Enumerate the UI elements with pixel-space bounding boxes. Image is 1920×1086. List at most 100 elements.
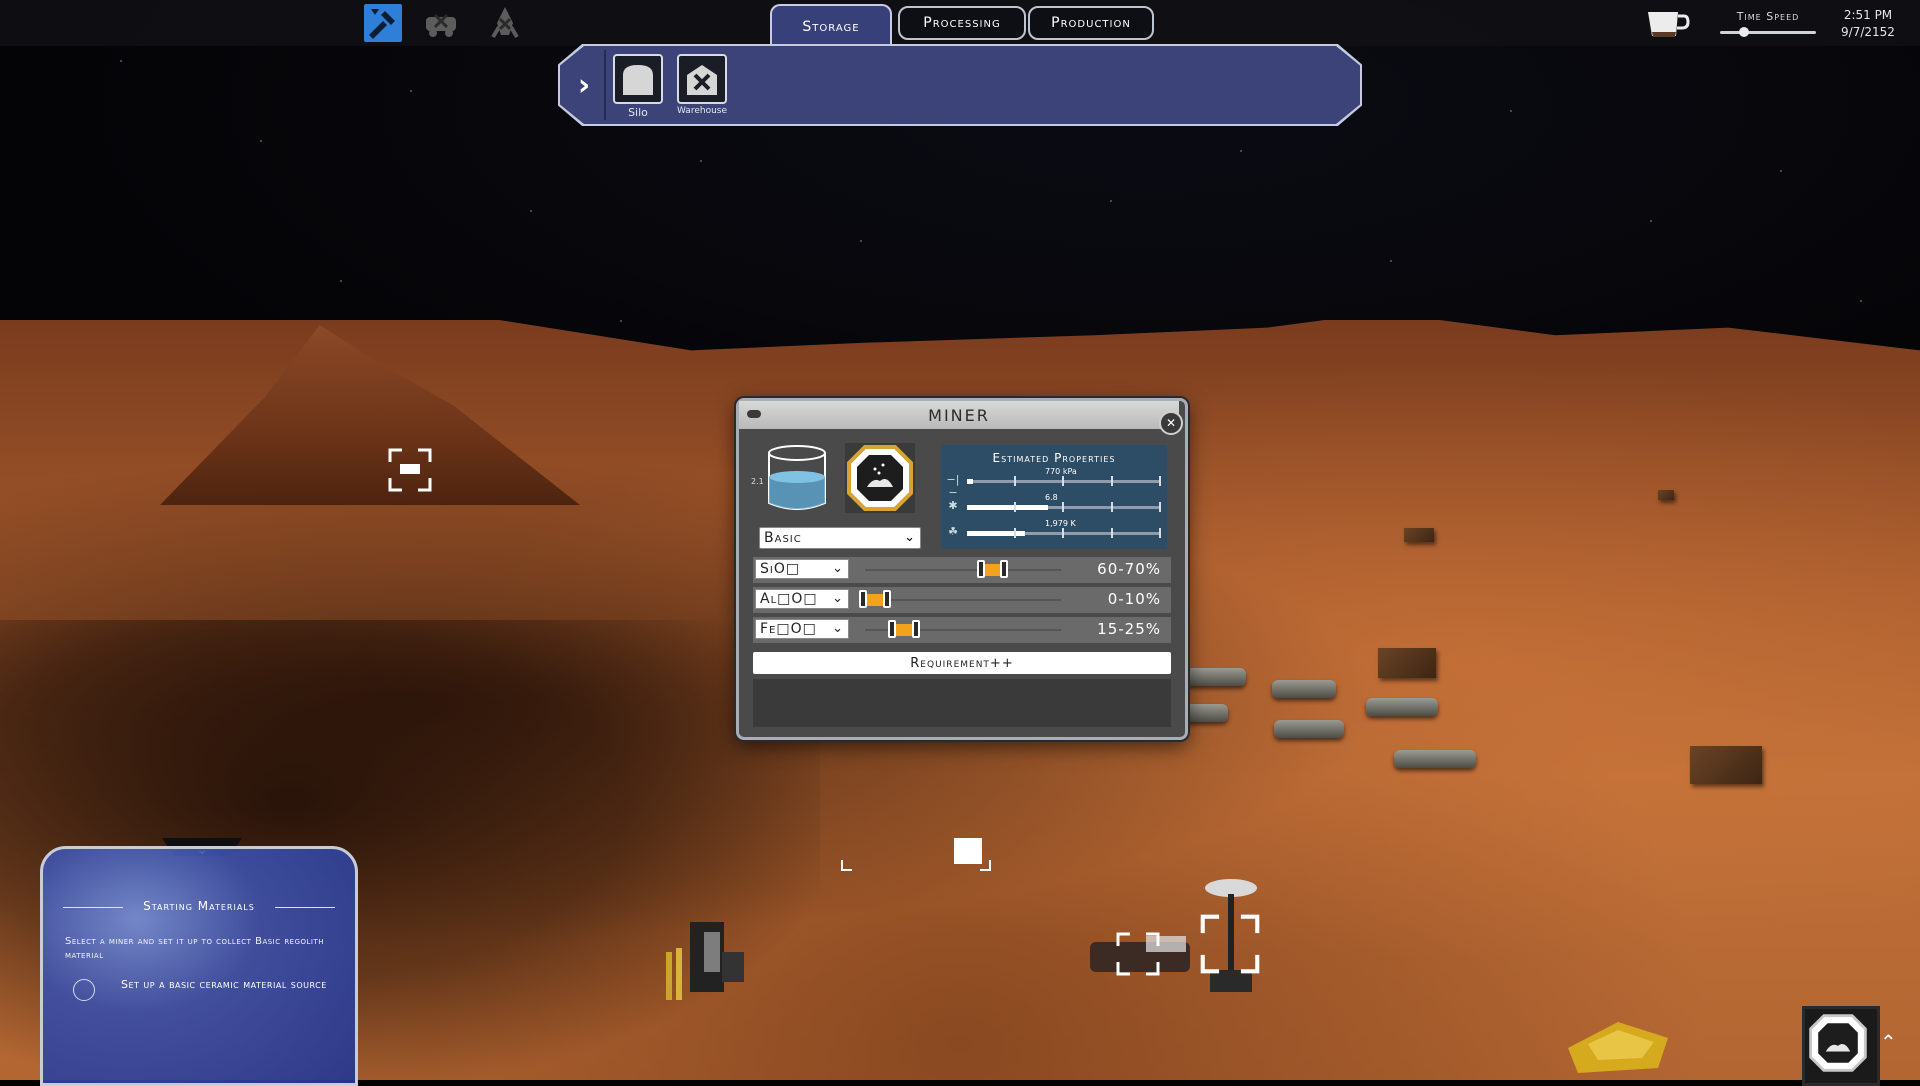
element-value: Fe□O□ — [760, 621, 817, 637]
range-percent: 0-10% — [1107, 590, 1161, 608]
tab-production[interactable]: Production — [1028, 6, 1154, 40]
property-tick — [1110, 476, 1113, 486]
range-percent: 60-70% — [1097, 560, 1161, 578]
tools-icon — [369, 9, 395, 39]
element-select[interactable]: SiO□ ⌄ — [755, 559, 849, 579]
selected-miner-button[interactable] — [1802, 1006, 1880, 1086]
property-value: 1,979 K — [1045, 519, 1076, 528]
task-checkbox[interactable] — [73, 979, 95, 1001]
objective-panel: Starting Materials Select a miner and se… — [40, 846, 358, 1086]
category-rockets-button[interactable] — [486, 4, 524, 42]
property-tick — [1110, 502, 1113, 512]
range-max-handle[interactable] — [912, 620, 920, 638]
chevron-down-icon: ⌄ — [904, 530, 916, 545]
supply-crate[interactable] — [1690, 746, 1762, 784]
range-slider-track[interactable] — [865, 599, 1061, 601]
range-percent: 15-25% — [1097, 620, 1161, 638]
regolith-material-button[interactable] — [845, 443, 915, 513]
composition-row: Fe□O□ ⌄ 15-25% — [753, 617, 1171, 643]
coffee-pause-icon[interactable] — [1644, 6, 1690, 42]
drag-handle-icon[interactable] — [747, 410, 761, 418]
selection-marker[interactable] — [1116, 932, 1160, 976]
property-tick — [1110, 528, 1113, 538]
build-item-silo[interactable]: Silo — [608, 52, 668, 119]
element-value: Al□O□ — [760, 591, 818, 607]
properties-title: Estimated Properties — [992, 451, 1116, 465]
build-menu-divider — [604, 50, 606, 120]
composition-row: SiO□ ⌄ 60-70% — [753, 557, 1171, 583]
supply-crate[interactable] — [1658, 490, 1674, 500]
objective-title: Starting Materials — [143, 899, 255, 913]
selection-marker[interactable] — [1200, 914, 1260, 974]
range-max-handle[interactable] — [882, 590, 891, 608]
storage-pod[interactable] — [1186, 668, 1246, 686]
miner-dialog: MINER ✕ 2.1 Basic ⌄ Estimated Properties… — [736, 398, 1188, 740]
supply-crate[interactable] — [1378, 648, 1436, 678]
property-tick — [1013, 476, 1016, 486]
clock-date: 9/7/2152 — [1841, 25, 1895, 39]
build-item-warehouse[interactable]: Warehouse — [672, 52, 732, 118]
chevron-right-icon[interactable]: › — [568, 62, 600, 108]
estimated-properties-panel: Estimated Properties −|− 770 kPa ✱ 6.8 ☘… — [941, 445, 1167, 549]
category-tools-button[interactable] — [364, 4, 402, 42]
range-slider-track[interactable] — [865, 569, 1061, 571]
storage-pod[interactable] — [1394, 750, 1476, 768]
property-tick — [1062, 528, 1064, 538]
element-select[interactable]: Fe□O□ ⌄ — [755, 619, 849, 639]
property-pressure: −|− 770 kPa — [945, 467, 1163, 499]
property-tick — [1159, 476, 1161, 486]
refinery-machine[interactable] — [660, 912, 780, 1012]
element-select[interactable]: Al□O□ ⌄ — [755, 589, 849, 609]
range-min-handle[interactable] — [859, 590, 867, 608]
property-tick — [1013, 528, 1016, 538]
chevron-up-icon[interactable]: ⌃ — [1880, 1030, 1897, 1054]
property-bar — [967, 505, 1049, 510]
category-vehicles-button[interactable] — [422, 4, 460, 42]
warehouse-icon — [677, 54, 727, 104]
tab-processing[interactable]: Processing — [898, 6, 1026, 40]
objective-task: Set up a basic ceramic material source — [121, 978, 327, 991]
range-max-handle[interactable] — [1000, 560, 1009, 578]
supply-crate[interactable] — [1404, 528, 1434, 542]
property-bar — [967, 531, 1026, 536]
property-temperature: ☘ 1,979 K — [945, 519, 1163, 541]
property-density: ✱ 6.8 — [945, 493, 1163, 515]
property-tick — [1062, 476, 1064, 486]
top-bar: Storage Processing Production Time Speed… — [0, 0, 1920, 48]
storage-pod[interactable] — [1366, 698, 1438, 716]
property-tick — [1159, 528, 1161, 538]
range-min-handle[interactable] — [888, 620, 897, 638]
time-speed-label: Time Speed — [1736, 10, 1800, 23]
property-value: 770 kPa — [1045, 467, 1077, 476]
material-variant-select[interactable]: Basic ⌄ — [759, 527, 921, 549]
property-value: 6.8 — [1045, 493, 1058, 502]
property-tick — [1062, 502, 1064, 512]
tank-level-label: 2.1 — [751, 477, 764, 486]
time-speed-handle[interactable] — [1739, 27, 1749, 37]
density-icon: ✱ — [948, 499, 958, 512]
objective-description: Select a miner and set it up to collect … — [65, 936, 325, 961]
tab-storage[interactable]: Storage — [770, 4, 892, 48]
range-min-handle[interactable] — [976, 560, 985, 578]
chevron-down-icon: ⌄ — [832, 591, 844, 606]
vehicle-tools-icon — [426, 13, 456, 37]
requirements-area — [753, 679, 1171, 727]
chevron-down-icon: ⌄ — [832, 621, 844, 636]
property-tick — [1159, 502, 1161, 512]
composition-row: Al□O□ ⌄ 0-10% — [753, 587, 1171, 613]
placement-cursor[interactable] — [840, 826, 992, 872]
close-icon[interactable]: ✕ — [1159, 411, 1183, 435]
element-value: SiO□ — [760, 561, 801, 577]
storage-pod[interactable] — [1272, 680, 1336, 698]
property-scale — [967, 480, 1161, 483]
time-speed-slider[interactable] — [1720, 31, 1816, 34]
temperature-icon: ☘ — [948, 525, 958, 538]
rocket-tools-icon — [491, 7, 519, 39]
property-tick — [1013, 502, 1016, 512]
dialog-title-bar[interactable]: MINER — [739, 401, 1179, 429]
silo-icon — [613, 54, 663, 104]
storage-pod[interactable] — [1274, 720, 1344, 738]
requirement-add-button[interactable]: Requirement++ — [753, 652, 1171, 674]
dump-truck[interactable] — [1558, 1018, 1688, 1080]
selection-marker[interactable] — [388, 448, 432, 492]
